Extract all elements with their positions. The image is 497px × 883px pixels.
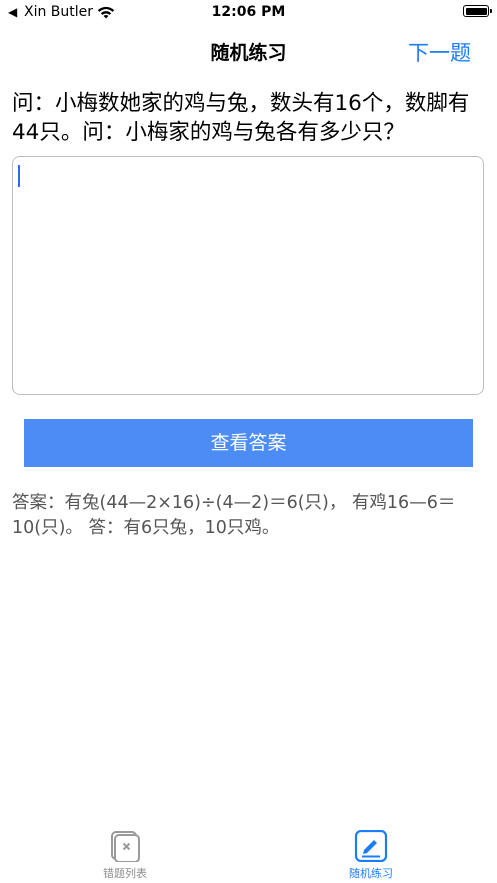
tab-random-practice[interactable]: 随机练习 xyxy=(311,830,431,881)
practice-icon xyxy=(354,830,388,862)
show-answer-button[interactable]: 查看答案 xyxy=(24,419,473,467)
tab-wrong-list-label: 错题列表 xyxy=(103,867,147,880)
tab-random-practice-label: 随机练习 xyxy=(349,867,393,880)
question-text: 问：小梅数她家的鸡与兔，数头有16个，数脚有44只。问：小梅家的鸡与兔各有多少只… xyxy=(12,91,470,145)
battery-level xyxy=(465,7,487,15)
status-time: 12:06 PM xyxy=(211,4,286,20)
battery-icon xyxy=(463,5,492,17)
navigation-bar: 随机练习 下一题 xyxy=(0,26,497,74)
tab-wrong-list[interactable]: 错题列表 xyxy=(65,830,185,881)
status-bar: ◀ Xin Butler 12:06 PM xyxy=(0,0,497,26)
answer-input[interactable] xyxy=(12,156,484,395)
text-caret xyxy=(18,165,20,187)
next-question-button[interactable]: 下一题 xyxy=(408,37,471,67)
answer-text: 答案：有兔(44—2×16)÷(4—2)＝6(只)， 有鸡16—6＝10(只)。… xyxy=(12,493,456,538)
tab-bar: 错题列表 随机练习 xyxy=(0,822,497,883)
wrong-list-icon xyxy=(111,831,140,862)
